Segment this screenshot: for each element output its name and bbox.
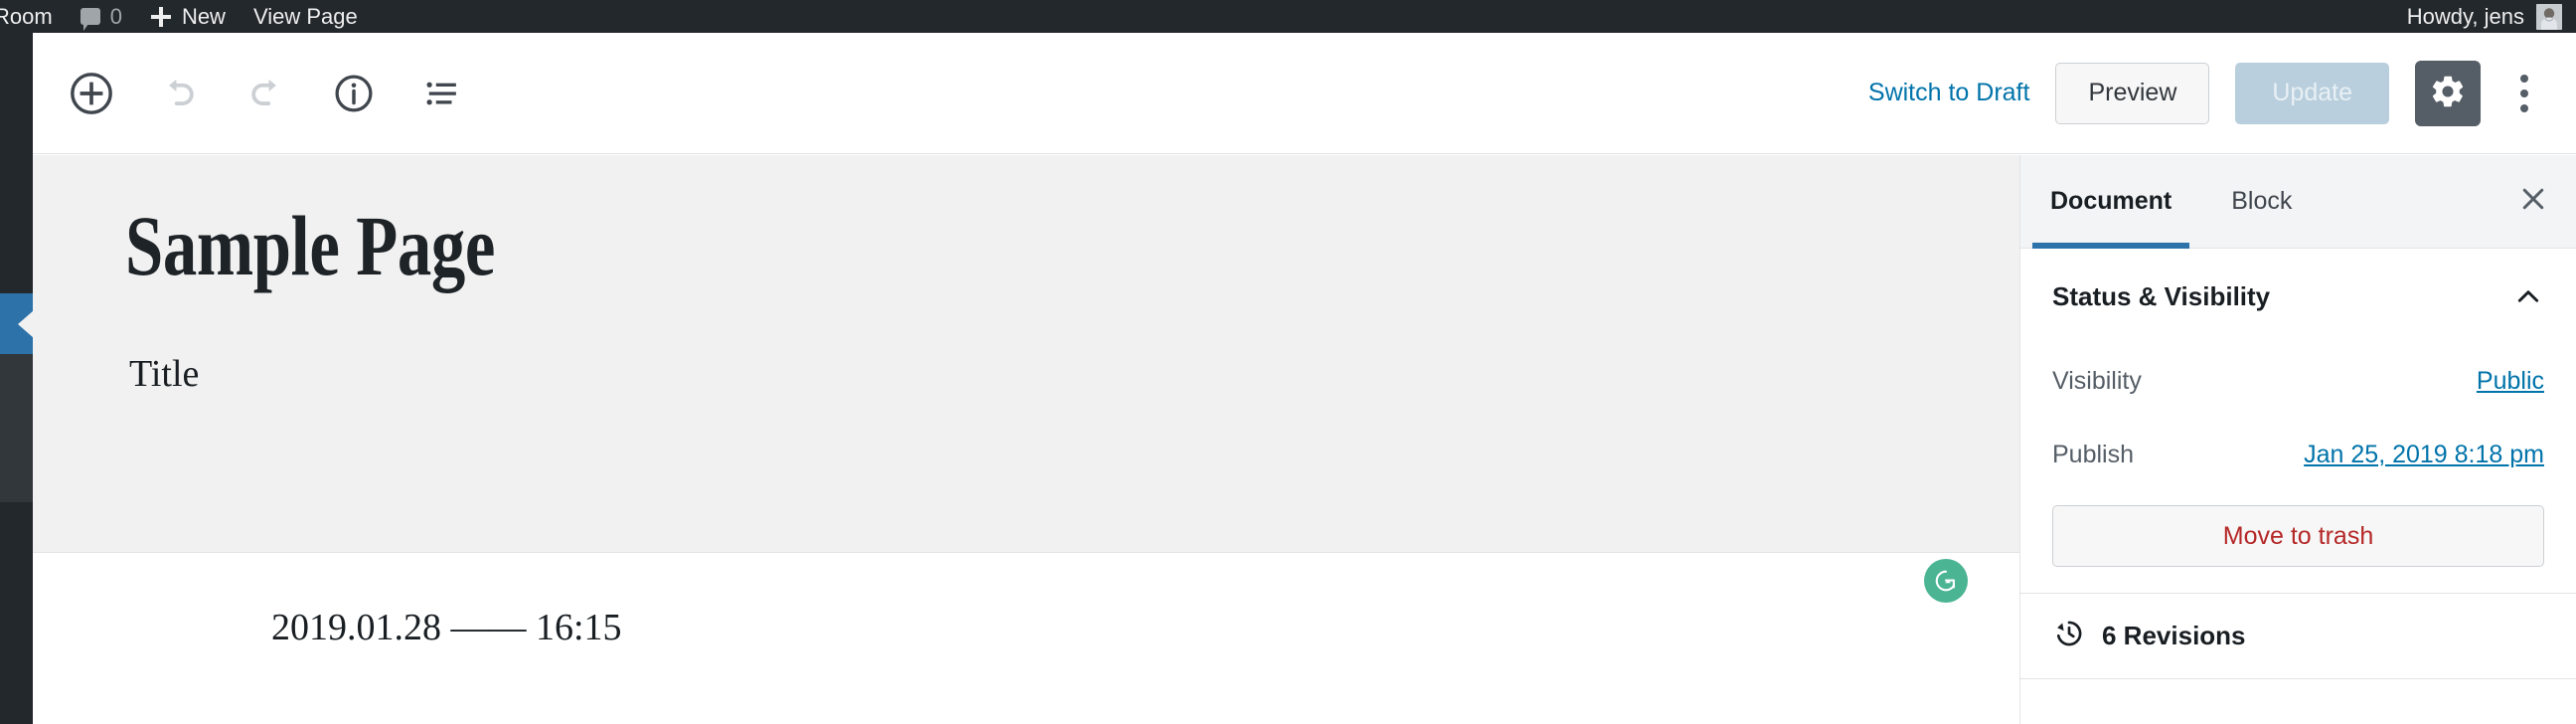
comment-count: 0 [109,3,122,29]
add-block-button[interactable] [61,63,122,124]
site-name-label: Room [0,3,53,29]
redo-icon [244,72,288,115]
add-block-icon [69,71,114,116]
editor-header-left-tools [33,63,472,124]
admin-bar-comments[interactable]: 0 [67,0,136,33]
more-vertical-icon-dot [2520,89,2528,97]
wordpress-block-editor: Room 0 New View Page Howdy, jens Switch … [0,0,2576,724]
howdy-label: Howdy, jens [2406,3,2524,29]
admin-bar: Room 0 New View Page Howdy, jens [0,0,2576,33]
admin-bar-view-page[interactable]: View Page [240,0,372,33]
tab-document[interactable]: Document [2020,155,2201,249]
admin-bar-my-account[interactable]: Howdy, jens [2406,3,2562,30]
block-navigation-icon [420,73,462,114]
date-paragraph-block[interactable]: 2019.01.28 —— 16:15 [271,606,622,649]
grammarly-icon[interactable] [1924,559,1968,603]
publish-date-button[interactable]: Jan 25, 2019 8:18 pm [2304,441,2544,469]
plus-icon [150,6,172,28]
revision-clock-icon [2052,617,2086,655]
tab-document-label: Document [2050,187,2173,215]
close-icon [2518,184,2548,219]
publish-label: Publish [2052,440,2134,468]
more-vertical-icon-dot [2520,74,2528,83]
admin-bar-site-name[interactable]: Room [0,0,67,33]
editor-header-toolbar: Switch to Draft Preview Update [33,33,2576,154]
update-button: Update [2235,62,2389,124]
visibility-value-button[interactable]: Public [2477,367,2544,396]
visibility-label: Visibility [2052,366,2142,395]
revisions-row[interactable]: 6 Revisions [2020,594,2576,679]
new-label: New [181,3,226,29]
status-visibility-panel-header[interactable]: Status & Visibility [2052,249,2544,344]
admin-menu-submenu-block[interactable] [0,354,33,502]
more-menu-button[interactable] [2496,63,2552,124]
admin-menu-sidebar [0,33,34,724]
visibility-row: Visibility Public [2052,344,2544,418]
settings-tab-bar: Document Block [2020,155,2576,249]
preview-button[interactable]: Preview [2055,62,2210,124]
block-navigation-button[interactable] [410,63,472,124]
view-page-label: View Page [252,3,358,29]
tab-block[interactable]: Block [2201,155,2322,248]
redo-button[interactable] [236,63,297,124]
chevron-up-icon[interactable] [2512,280,2544,312]
current-item-arrow-icon [18,309,34,338]
title-block[interactable]: Title [129,352,199,396]
avatar [2536,3,2562,30]
status-visibility-title: Status & Visibility [2052,280,2271,311]
more-vertical-icon-dot [2520,103,2528,112]
comment-bubble-icon [80,8,100,31]
publish-row: Publish Jan 25, 2019 8:18 pm [2052,418,2544,491]
status-visibility-panel-body: Visibility Public Publish Jan 25, 2019 8… [2052,344,2544,593]
undo-button[interactable] [148,63,210,124]
close-sidebar-button[interactable] [2491,155,2576,248]
settings-sidebar: Document Block Status & Visibility Visib… [2019,155,2576,724]
admin-bar-new-content[interactable]: New [136,0,240,33]
editor-header-right-actions: Switch to Draft Preview Update [1843,60,2576,126]
gear-icon [2429,73,2467,113]
content-structure-button[interactable] [323,63,385,124]
revisions-label: 6 Revisions [2102,621,2246,650]
admin-bar-left: Room 0 New View Page [0,0,372,33]
status-visibility-panel: Status & Visibility Visibility Public Pu… [2020,249,2576,594]
admin-bar-right: Howdy, jens [2407,0,2576,33]
tab-block-label: Block [2231,187,2293,215]
move-to-trash-button[interactable]: Move to trash [2052,505,2544,567]
editor-canvas[interactable]: Sample Page Title [33,155,2019,603]
settings-button[interactable] [2415,60,2481,126]
content-info-icon [332,72,376,115]
undo-icon [157,72,201,115]
admin-menu-current-item[interactable] [0,293,34,354]
switch-to-draft-button[interactable]: Switch to Draft [1843,79,2056,107]
post-content-area[interactable]: 2019.01.28 —— 16:15 [33,554,2019,724]
page-title[interactable]: Sample Page [125,203,495,288]
